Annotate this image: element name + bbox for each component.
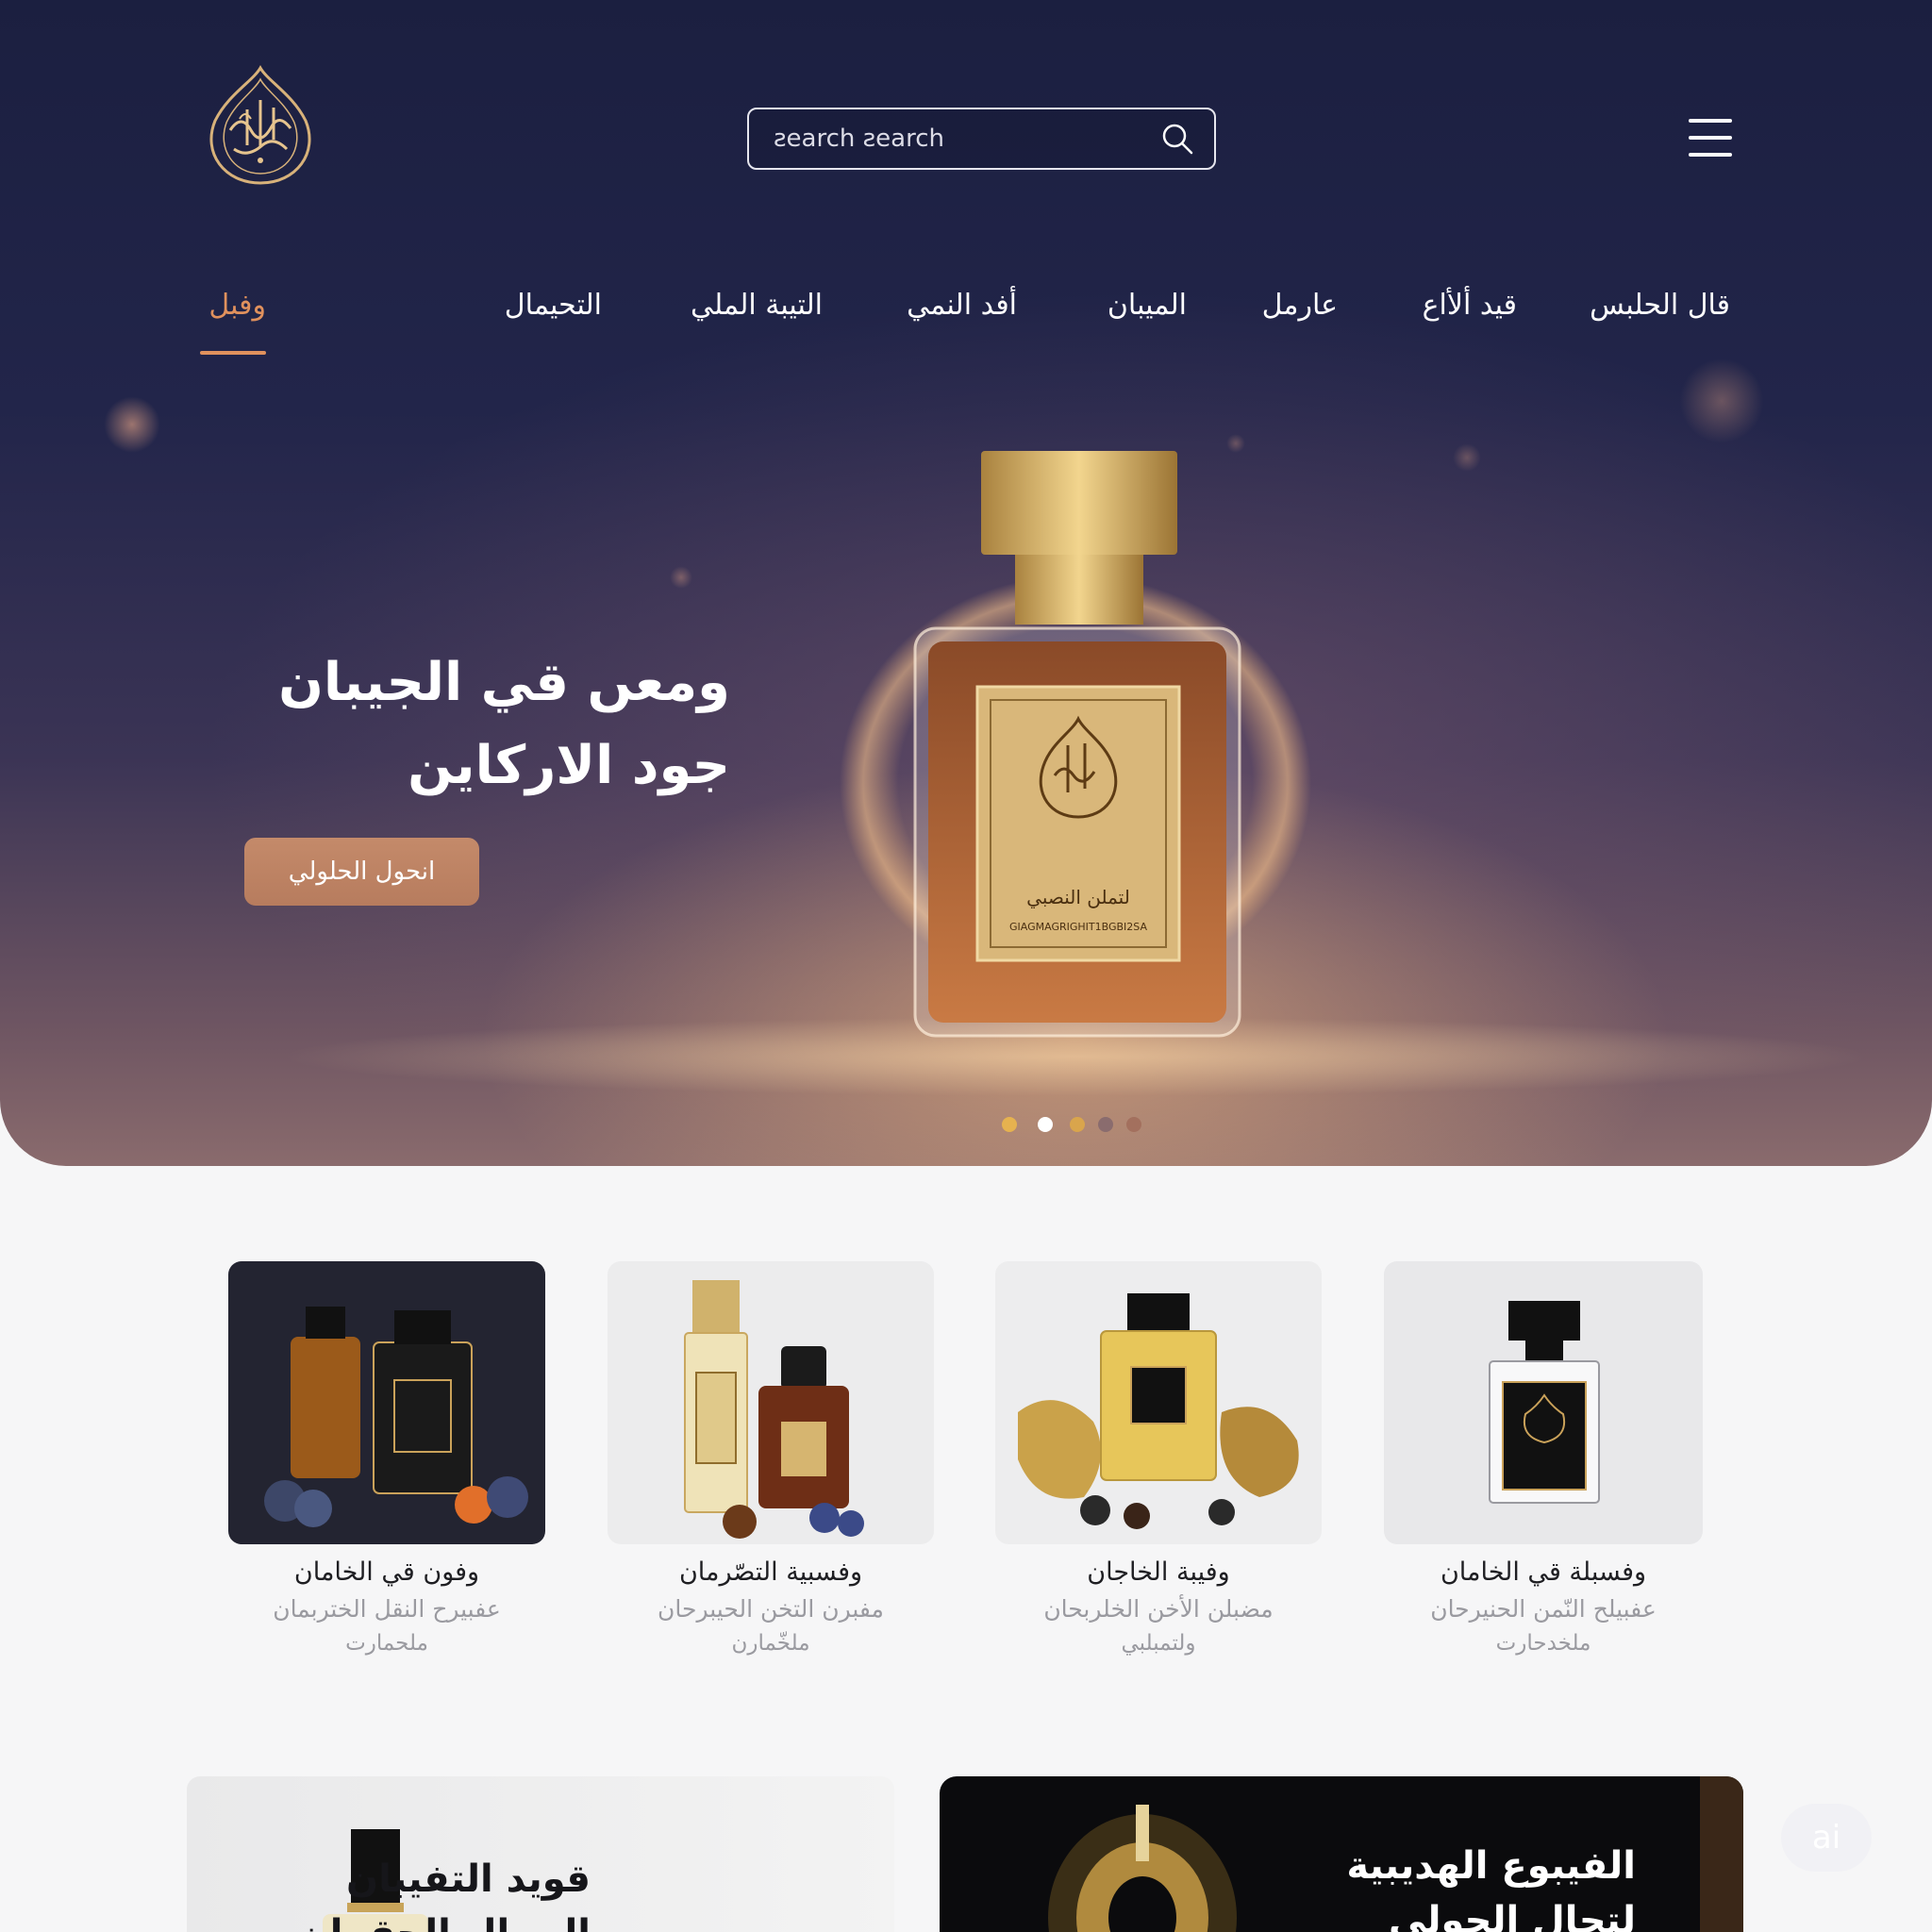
hamburger-icon[interactable] — [1689, 119, 1732, 158]
promo-title-1: قويد التفيبان الصبال الحقمان — [289, 1852, 591, 1932]
hero-title: ومعں قي الجيبان جود الاركاين — [240, 641, 730, 808]
product-desc: مفبرن التخن الحيبرحان — [658, 1595, 884, 1623]
product-name[interactable]: وفون قي الخامان — [228, 1557, 545, 1587]
nav-item-active[interactable]: وفبل — [208, 289, 266, 322]
product-image[interactable] — [1384, 1261, 1703, 1544]
nav-item-7[interactable]: التحيمال — [505, 289, 602, 322]
carousel-dot-4[interactable] — [1098, 1117, 1113, 1132]
product-desc-2: ملخّمارن — [731, 1631, 810, 1656]
hero-perfume-bottle: لتملن النصبي GIAGMAGRIGHIT1BGBI2SA — [840, 451, 1311, 1038]
product-desc-2: ولتمبلبي — [1121, 1631, 1196, 1656]
product-name[interactable]: وفسبية التصّرمان — [608, 1557, 934, 1587]
nav-item-5[interactable]: أفد النمي — [907, 289, 1017, 322]
promo-banner-dark[interactable]: الفيبوع الهديبية لتجال الجولي — [940, 1776, 1743, 1932]
promo-title-1-line2: الصبال الحقمان — [298, 1912, 591, 1932]
page: قال الحلبس قيد ألأاع عارمل الميبان أفد ا… — [0, 0, 1932, 1932]
carousel-dot-5[interactable] — [1126, 1117, 1141, 1132]
nav-item-6[interactable]: التيبة الملي — [691, 289, 823, 322]
search-icon[interactable] — [1161, 123, 1193, 155]
carousel-dot-2-active[interactable] — [1038, 1117, 1053, 1132]
bottle-label-text: لتملن النصبي — [1026, 886, 1130, 909]
nav-item-2[interactable]: قيد ألأاع — [1423, 289, 1517, 322]
nav-item-1[interactable]: قال الحلبس — [1590, 289, 1730, 322]
promo-edge-image — [1700, 1776, 1743, 1932]
product-desc: عفبيرح النقل الختربمان — [273, 1595, 501, 1623]
nav-item-4[interactable]: الميبان — [1108, 289, 1187, 322]
nav-active-underline — [200, 351, 266, 355]
search-bar[interactable] — [747, 108, 1216, 170]
main-nav: قال الحلبس قيد ألأاع عارمل الميبان أفد ا… — [0, 289, 1932, 355]
product-desc: مضبلن الأخن الخلربحان — [1043, 1595, 1274, 1623]
product-image[interactable] — [608, 1261, 934, 1544]
brand-logo[interactable] — [202, 62, 319, 191]
promo-gold-bottle-image — [1048, 1805, 1237, 1932]
product-name[interactable]: وفيبة الخاجان — [995, 1557, 1322, 1587]
hero-title-line1: ومعں قي الجيبان — [278, 652, 730, 713]
carousel-dot-1[interactable] — [1002, 1117, 1017, 1132]
product-desc-2: ملحمارت — [345, 1631, 428, 1656]
search-input[interactable] — [774, 109, 1132, 168]
hero-banner: قال الحلبس قيد ألأاع عارمل الميبان أفد ا… — [0, 0, 1932, 1166]
carousel-dot-3[interactable] — [1070, 1117, 1085, 1132]
promo-title-2-line2: لتجال الجولي — [1389, 1899, 1636, 1932]
product-desc-2: ملخدحارت — [1495, 1631, 1591, 1656]
chat-assistant-button[interactable]: ai — [1781, 1804, 1872, 1872]
bottle-label-small: GIAGMAGRIGHIT1BGBI2SA — [1009, 921, 1147, 933]
product-image[interactable] — [995, 1261, 1322, 1544]
hero-title-line2: جود الاركاين — [408, 735, 730, 796]
promo-banner[interactable]: قويد التفيبان الصبال الحقمان — [187, 1776, 894, 1932]
product-image[interactable] — [228, 1261, 545, 1544]
hero-cta-button[interactable]: انحول الحلولي — [244, 838, 479, 906]
product-desc: عفبيلح النّمن الحنيرحان — [1430, 1595, 1657, 1623]
nav-item-3[interactable]: عارمل — [1262, 289, 1338, 322]
product-name[interactable]: وفسبلة قي الخامان — [1384, 1557, 1703, 1587]
promo-title-1-line1: قويد التفيبان — [346, 1857, 591, 1901]
promo-title-2: الفيبوع الهديبية لتجال الجولي — [1240, 1839, 1636, 1932]
promo-title-2-line1: الفيبوع الهديبية — [1346, 1844, 1636, 1888]
